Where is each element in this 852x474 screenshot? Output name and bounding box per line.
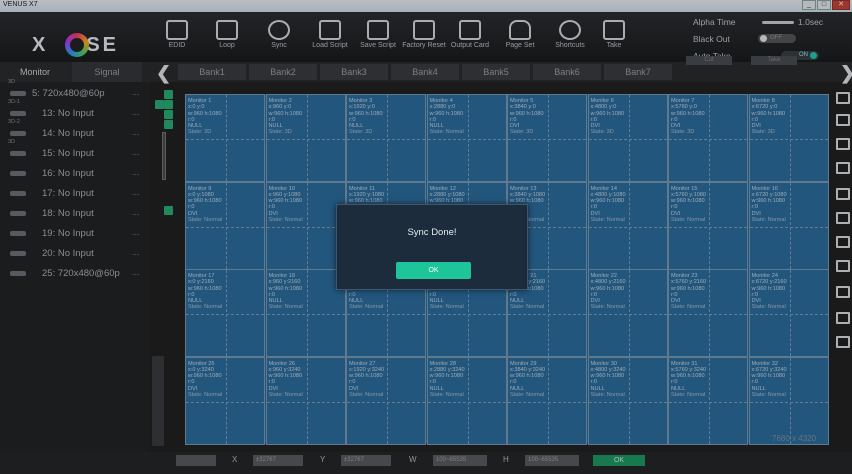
dialog-message: Sync Done! [407,227,457,238]
dialog-ok-button[interactable]: OK [396,262,471,279]
app-window: VENUS X7 _ □ ✕ X SE EDID Loop Sync Load S… [0,0,852,474]
sync-done-dialog: Sync Done! OK [336,204,528,290]
